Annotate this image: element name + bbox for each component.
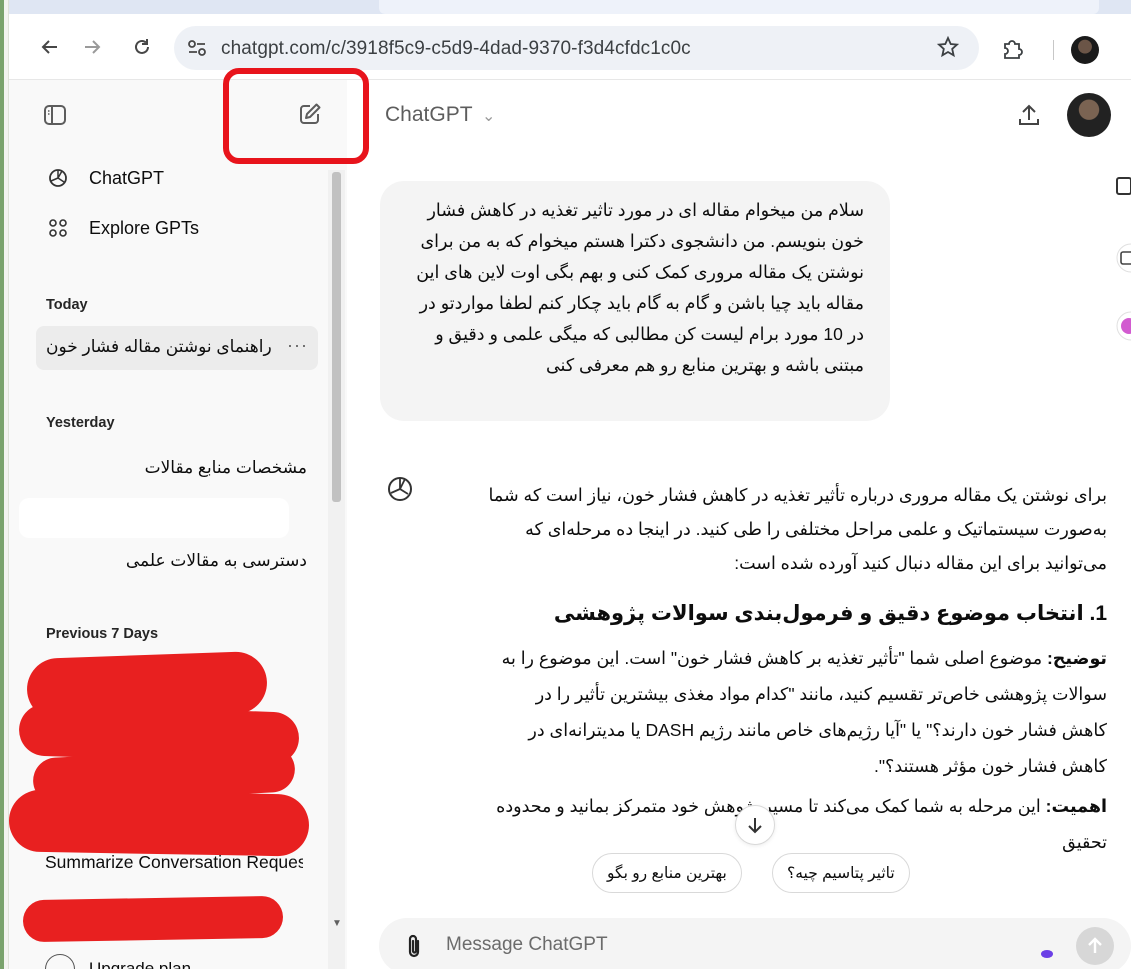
assistant-message: برای نوشتن یک مقاله مروری درباره تأثیر ت… [487,478,1108,860]
redaction-mark [8,789,310,857]
share-icon[interactable] [1015,102,1045,132]
bookmark-star-icon[interactable] [936,35,960,64]
message-input[interactable]: Message ChatGPT [446,934,608,956]
chat-item[interactable]: Summarize Conversation Request [45,852,303,873]
suggestion-chip[interactable]: بهترین منابع رو بگو [592,853,742,893]
url-text[interactable]: chatgpt.com/c/3918f5c9-c5d9-4dad-9370-f3… [221,38,691,60]
scrollbar-thumb[interactable] [332,172,341,502]
assistant-avatar-icon [385,474,415,504]
chat-item[interactable]: مشخصات منابع مقالات [47,458,307,478]
answer-description: توضیح: موضوع اصلی شما "تأثیر تغذیه بر کا… [487,640,1107,784]
profile-avatar[interactable] [1071,36,1099,64]
back-arrow-icon[interactable] [35,32,65,62]
active-tab[interactable] [379,0,1099,14]
sidebar-item-label: Explore GPTs [89,217,200,238]
upgrade-label: Upgrade plan [89,959,192,969]
scroll-down-arrow[interactable]: ▼ [332,918,342,929]
screen: chatgpt.com/c/3918f5c9-c5d9-4dad-9370-f3… [0,0,1131,969]
more-vert-icon[interactable]: ⋮ [1123,38,1131,64]
tab-strip [9,0,1131,14]
window-edge-accent [0,0,4,969]
right-edge-tools [1111,168,1131,358]
assistant-intro: برای نوشتن یک مقاله مروری درباره تأثیر ت… [488,485,1108,573]
chat-item[interactable]: دسترسی به مقالات علمی [47,551,307,571]
highlight-annotation-box [223,68,369,164]
model-name: ChatGPT [385,103,473,126]
upgrade-plan-button[interactable]: Upgrade plan [45,954,191,969]
sidebar: ChatGPT Explore GPTs Today راهنمای نوشتن… [8,80,347,969]
sidebar-item-chatgpt[interactable]: ChatGPT [45,158,164,198]
grid-icon [45,215,71,241]
upgrade-icon [45,954,75,969]
redaction-mark [22,895,284,943]
section-yesterday: Yesterday [46,415,115,431]
suggestion-chip[interactable]: تاثیر پتاسیم چیه؟ [772,853,910,893]
section-previous-7-days: Previous 7 Days [46,626,159,642]
browser-toolbar: chatgpt.com/c/3918f5c9-c5d9-4dad-9370-f3… [9,14,1131,80]
section-today: Today [46,297,88,313]
toolbar-divider [1053,40,1054,60]
address-bar[interactable]: chatgpt.com/c/3918f5c9-c5d9-4dad-9370-f3… [174,26,979,70]
sidebar-toggle-icon[interactable] [42,102,70,130]
user-message-bubble: سلام من میخوام مقاله ای در مورد تاثیر تغ… [380,181,890,421]
description-text: موضوع اصلی شما "تأثیر تغذیه بر کاهش فشار… [501,648,1107,776]
description-label: توضیح: [1046,648,1107,668]
sidebar-item-explore-gpts[interactable]: Explore GPTs [45,208,199,248]
arrow-up-icon [1088,937,1102,953]
importance-label: اهمیت: [1045,796,1107,816]
blurred-chat-item [19,498,289,538]
chat-options-icon[interactable]: ··· [287,335,308,356]
chevron-down-icon: ⌄ [482,108,496,125]
paperclip-icon[interactable] [403,932,429,960]
voice-indicator [1041,950,1053,958]
message-composer[interactable]: Message ChatGPT [379,918,1131,969]
chat-main: ChatGPT ⌄ سلام من میخوام مقاله ای در مور… [347,80,1131,969]
sidebar-scrollbar[interactable]: ▼ [328,170,345,969]
model-selector[interactable]: ChatGPT ⌄ [385,103,495,127]
forward-arrow-icon[interactable] [77,32,107,62]
window-edge [0,0,9,969]
chat-item-title: راهنمای نوشتن مقاله فشار خون [46,337,272,356]
reload-icon[interactable] [127,32,157,62]
user-avatar[interactable] [1067,93,1111,137]
site-settings-icon[interactable] [184,35,210,61]
chat-item-active[interactable]: راهنمای نوشتن مقاله فشار خون ··· [36,326,318,370]
importance-text: این مرحله به شما کمک می‌کند تا مسیر پژوه… [496,796,1107,852]
answer-heading: 1. انتخاب موضوع دقیق و فرمول‌بندی سوالات… [553,602,1107,625]
chatgpt-logo-icon [45,165,71,191]
extensions-icon[interactable] [999,36,1027,64]
answer-importance: اهمیت: این مرحله به شما کمک می‌کند تا مس… [487,788,1107,860]
sidebar-item-label: ChatGPT [89,167,165,188]
send-button[interactable] [1076,927,1114,965]
scroll-to-bottom-button[interactable] [735,805,775,845]
